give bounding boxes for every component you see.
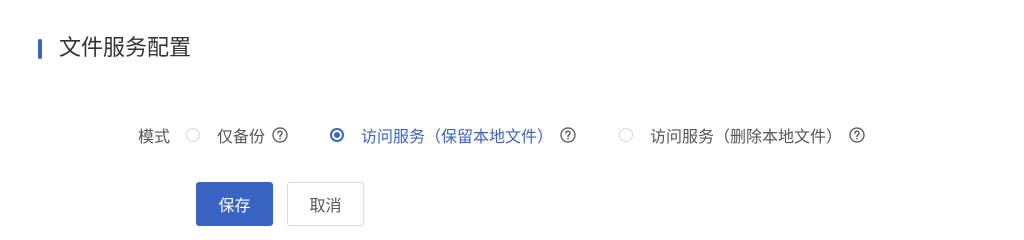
radio-dot [334, 132, 341, 138]
radio-button[interactable] [619, 128, 634, 142]
radio-button[interactable] [186, 128, 201, 142]
question-circle-icon[interactable] [849, 127, 865, 143]
mode-option-label: 访问服务（删除本地文件） [650, 127, 843, 146]
question-circle-icon[interactable] [272, 127, 288, 143]
save-button[interactable]: 保存 [196, 182, 273, 226]
question-circle-icon[interactable] [560, 127, 576, 143]
mode-option-backup-only[interactable]: 仅备份 [186, 123, 288, 147]
mode-option-access-keep-local[interactable]: 访问服务（保留本地文件） [330, 123, 576, 147]
section-header: 文件服务配置 [38, 34, 191, 64]
section-accent-bar [38, 39, 42, 59]
mode-option-label: 访问服务（保留本地文件） [361, 127, 554, 146]
radio-button-checked[interactable] [330, 128, 345, 142]
cancel-button[interactable]: 取消 [287, 182, 364, 226]
mode-option-label: 仅备份 [217, 127, 266, 146]
section-title: 文件服务配置 [59, 36, 192, 61]
mode-option-access-delete-local[interactable]: 访问服务（删除本地文件） [619, 123, 865, 147]
mode-label: 模式 [138, 127, 171, 146]
form-actions: 保存 取消 [196, 182, 364, 226]
mode-radio-group: 模式 仅备份 访问服务（保留本地文件） 访问服务（删除本地文件） [138, 121, 865, 149]
